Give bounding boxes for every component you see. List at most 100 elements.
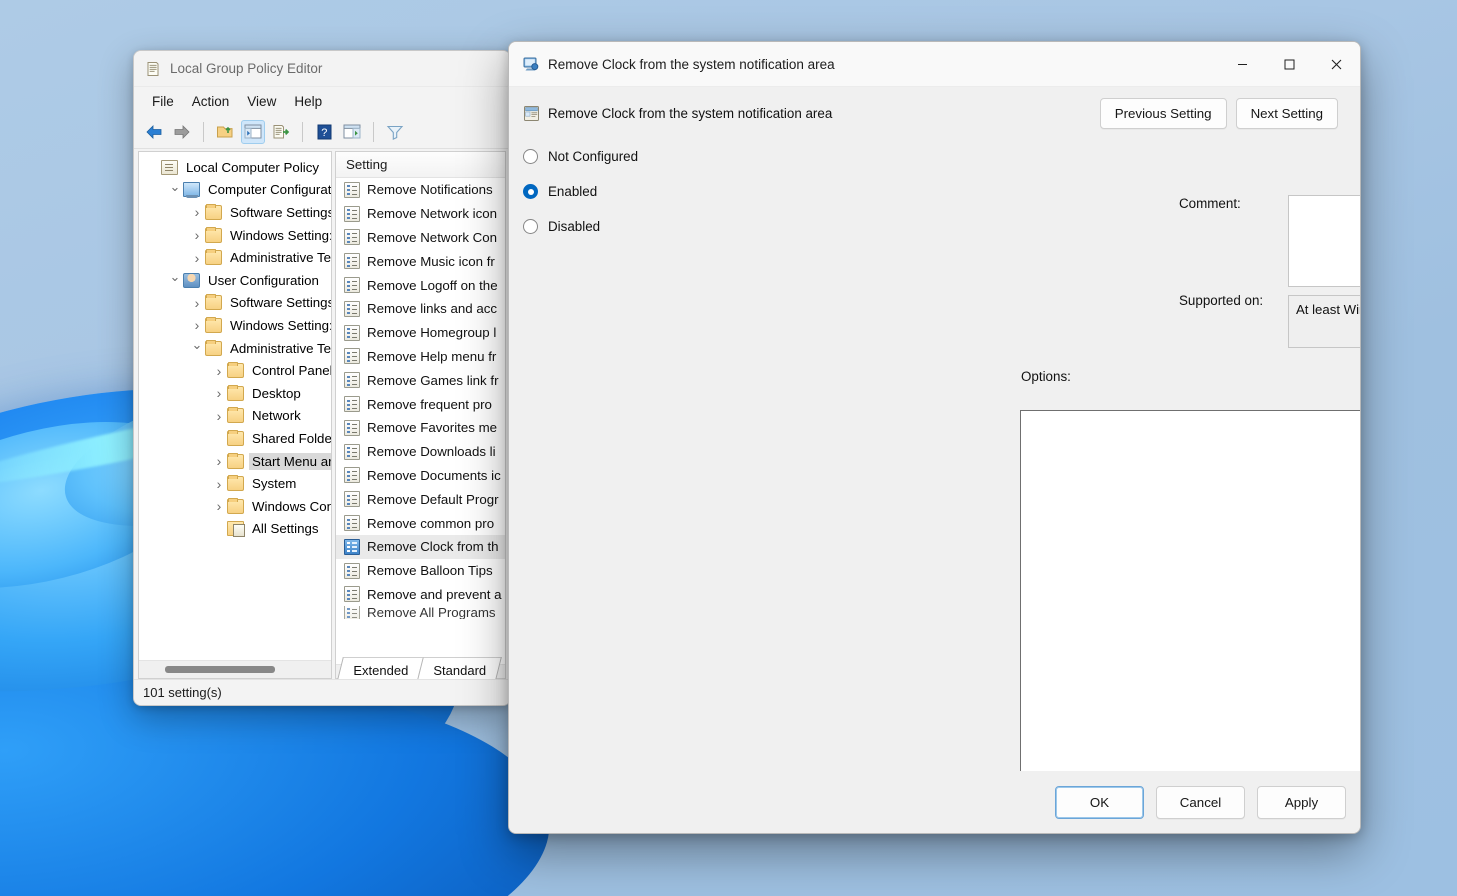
menu-view[interactable]: View — [238, 91, 285, 112]
local-group-policy-editor-window[interactable]: Local Group Policy Editor File Action Vi… — [133, 50, 511, 706]
show-hide-action-pane-icon[interactable] — [340, 120, 364, 144]
settings-list-item[interactable]: Remove Notifications — [336, 178, 505, 202]
comment-value[interactable] — [1289, 196, 1361, 286]
settings-list-item[interactable]: Remove Default Progr — [336, 487, 505, 511]
settings-list-item[interactable]: Remove frequent pro — [336, 392, 505, 416]
chevron-down-icon[interactable] — [167, 182, 183, 198]
help-icon[interactable]: ? — [312, 120, 336, 144]
settings-list-item[interactable]: Remove Downloads li — [336, 440, 505, 464]
export-list-icon[interactable] — [269, 120, 293, 144]
tree-item[interactable]: Windows Con — [139, 495, 331, 518]
settings-list-item[interactable]: Remove Logoff on the — [336, 273, 505, 297]
menu-action[interactable]: Action — [183, 91, 239, 112]
gpe-title-bar[interactable]: Local Group Policy Editor — [134, 51, 510, 87]
chevron-right-icon[interactable] — [211, 453, 227, 469]
tab-extended[interactable]: Extended — [337, 657, 423, 680]
gpe-menu-bar[interactable]: File Action View Help — [134, 87, 510, 115]
settings-list[interactable]: Remove NotificationsRemove Network iconR… — [336, 178, 505, 664]
tree-item[interactable]: Software Settings — [139, 292, 331, 315]
window-controls[interactable] — [1219, 42, 1360, 87]
settings-list-item[interactable]: Remove Balloon Tips — [336, 559, 505, 583]
policy-setting-icon — [522, 56, 538, 72]
setting-nav-buttons[interactable]: Previous Setting Next Setting — [1100, 98, 1338, 129]
tree-item[interactable]: Windows Setting: — [139, 314, 331, 337]
chevron-right-icon[interactable] — [189, 295, 205, 311]
tree-item[interactable]: Local Computer Policy — [139, 156, 331, 179]
tab-standard[interactable]: Standard — [417, 657, 502, 680]
tree-scroll-thumb[interactable] — [165, 666, 275, 673]
settings-list-item[interactable]: Remove Documents ic — [336, 464, 505, 488]
tree-item[interactable]: Control Panel — [139, 359, 331, 382]
options-panel[interactable] — [1020, 410, 1361, 813]
chevron-down-icon[interactable] — [189, 340, 205, 356]
filter-icon[interactable] — [383, 120, 407, 144]
settings-list-item[interactable]: Remove Homegroup l — [336, 321, 505, 345]
radio-indicator-selected[interactable] — [523, 184, 538, 199]
chevron-right-icon[interactable] — [211, 476, 227, 492]
tree-item[interactable]: All Settings — [139, 518, 331, 541]
view-tabs[interactable]: Extended Standard — [340, 656, 499, 680]
tree-item[interactable]: Computer Configurat — [139, 179, 331, 202]
maximize-button[interactable] — [1266, 42, 1313, 87]
previous-setting-button[interactable]: Previous Setting — [1100, 98, 1227, 129]
supported-on-field[interactable]: At least Windows Server 2003 operating s… — [1288, 295, 1361, 348]
console-tree[interactable]: Local Computer PolicyComputer Configurat… — [139, 152, 331, 660]
settings-list-item[interactable]: Remove and prevent a — [336, 583, 505, 607]
apply-button[interactable]: Apply — [1257, 786, 1346, 819]
tree-item[interactable]: Desktop — [139, 382, 331, 405]
tree-item[interactable]: Network — [139, 405, 331, 428]
tree-horizontal-scrollbar[interactable] — [139, 660, 331, 678]
settings-list-pane[interactable]: Setting Remove NotificationsRemove Netwo… — [335, 151, 506, 679]
settings-list-item[interactable]: Remove Network icon — [336, 202, 505, 226]
chevron-right-icon[interactable] — [211, 498, 227, 514]
chevron-right-icon[interactable] — [211, 385, 227, 401]
up-one-level-icon[interactable] — [213, 120, 237, 144]
minimize-button[interactable] — [1219, 42, 1266, 87]
menu-help[interactable]: Help — [285, 91, 331, 112]
chevron-right-icon[interactable] — [211, 408, 227, 424]
policy-setting-dialog[interactable]: Remove Clock from the system notificatio… — [508, 41, 1361, 834]
next-setting-button[interactable]: Next Setting — [1236, 98, 1338, 129]
ok-button[interactable]: OK — [1055, 786, 1144, 819]
radio-indicator[interactable] — [523, 219, 538, 234]
tree-item[interactable]: Administrative Te — [139, 246, 331, 269]
chevron-right-icon[interactable] — [189, 204, 205, 220]
chevron-right-icon[interactable] — [189, 250, 205, 266]
tree-item[interactable]: System — [139, 472, 331, 495]
chevron-right-icon[interactable] — [189, 317, 205, 333]
show-hide-console-tree-icon[interactable] — [241, 120, 265, 144]
dialog-title-bar[interactable]: Remove Clock from the system notificatio… — [509, 42, 1360, 87]
settings-list-item[interactable]: Remove All Programs — [336, 606, 505, 619]
settings-list-item[interactable]: Remove Games link fr — [336, 368, 505, 392]
tree-item[interactable]: Windows Setting: — [139, 224, 331, 247]
chevron-right-icon[interactable] — [189, 227, 205, 243]
tree-item[interactable]: User Configuration — [139, 269, 331, 292]
tree-item[interactable]: Software Settings — [139, 201, 331, 224]
gpe-toolbar[interactable]: ? — [134, 115, 510, 149]
comment-field[interactable] — [1288, 195, 1361, 287]
settings-list-item[interactable]: Remove Clock from th — [336, 535, 505, 559]
settings-list-item[interactable]: Remove Help menu fr — [336, 345, 505, 369]
radio-disabled[interactable]: Disabled — [523, 209, 1360, 244]
tree-item[interactable]: Administrative Te — [139, 337, 331, 360]
settings-column-header[interactable]: Setting — [336, 152, 505, 178]
tree-item[interactable]: Start Menu ar — [139, 450, 331, 473]
menu-file[interactable]: File — [143, 91, 183, 112]
forward-icon[interactable] — [170, 120, 194, 144]
radio-indicator[interactable] — [523, 149, 538, 164]
back-icon[interactable] — [142, 120, 166, 144]
tree-item[interactable]: Shared Folder — [139, 427, 331, 450]
radio-not-configured[interactable]: Not Configured — [523, 139, 1360, 174]
policy-state-radio-group[interactable]: Not Configured Enabled Disabled — [509, 139, 1360, 361]
settings-list-item[interactable]: Remove Network Con — [336, 226, 505, 250]
console-tree-pane[interactable]: Local Computer PolicyComputer Configurat… — [138, 151, 332, 679]
cancel-button[interactable]: Cancel — [1156, 786, 1245, 819]
policy-document-icon — [145, 61, 161, 77]
close-button[interactable] — [1313, 42, 1360, 87]
settings-list-item[interactable]: Remove links and acc — [336, 297, 505, 321]
chevron-right-icon[interactable] — [211, 363, 227, 379]
settings-list-item[interactable]: Remove Music icon fr — [336, 249, 505, 273]
settings-list-item[interactable]: Remove common pro — [336, 511, 505, 535]
chevron-down-icon[interactable] — [167, 272, 183, 288]
settings-list-item[interactable]: Remove Favorites me — [336, 416, 505, 440]
